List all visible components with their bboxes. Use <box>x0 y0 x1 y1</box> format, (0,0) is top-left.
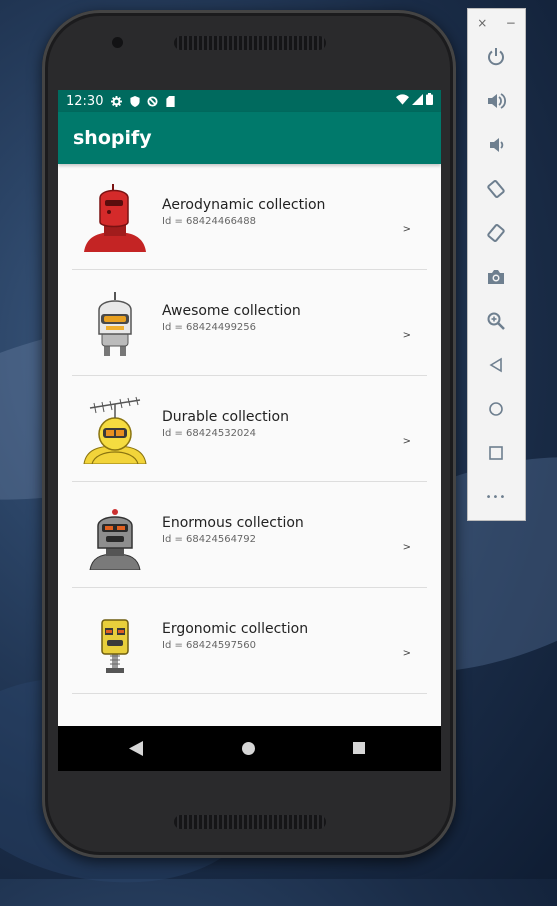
top-speaker <box>174 36 326 50</box>
collection-image <box>80 500 150 571</box>
chevron-right-icon: > <box>402 648 411 659</box>
collection-list: Aerodynamic collection Id = 68424466488 … <box>58 164 441 694</box>
bottom-speaker <box>174 815 326 829</box>
rotate-left-icon[interactable] <box>482 175 510 203</box>
home-icon[interactable] <box>242 742 255 755</box>
collection-image <box>80 394 150 465</box>
sd-card-icon <box>165 95 176 107</box>
overview-icon[interactable] <box>353 742 365 754</box>
volume-down-icon[interactable] <box>482 131 510 159</box>
chevron-right-icon: > <box>402 224 411 235</box>
camera-icon[interactable] <box>482 263 510 291</box>
collection-id: Id = 68424564792 <box>162 534 257 545</box>
home-icon[interactable] <box>482 395 510 423</box>
emulator-toolbar: × − ••• <box>467 8 526 521</box>
collection-id: Id = 68424597560 <box>162 640 257 651</box>
status-bar: 12:30 <box>58 90 441 112</box>
power-icon[interactable] <box>482 43 510 71</box>
chevron-right-icon: > <box>402 330 411 341</box>
phone-frame: 12:30 shopify Aerodynamic collection Id … <box>42 10 456 858</box>
collection-id: Id = 68424499256 <box>162 322 257 333</box>
chevron-right-icon: > <box>402 542 411 553</box>
back-icon[interactable] <box>129 741 143 760</box>
data-saver-icon <box>147 95 159 107</box>
collection-id: Id = 68424532024 <box>162 428 257 439</box>
collection-title: Aerodynamic collection <box>162 197 326 213</box>
collection-image <box>80 606 150 676</box>
collection-row[interactable]: Enormous collection Id = 68424564792 > <box>72 482 427 588</box>
navigation-bar <box>58 726 441 771</box>
battery-icon <box>426 93 433 109</box>
collection-image <box>80 182 150 252</box>
back-icon[interactable] <box>482 351 510 379</box>
settings-icon <box>111 95 123 107</box>
collection-row[interactable]: Awesome collection Id = 68424499256 > <box>72 270 427 376</box>
chevron-right-icon: > <box>402 436 411 447</box>
close-icon[interactable]: × <box>477 16 487 30</box>
collection-row[interactable]: Durable collection Id = 68424532024 > <box>72 376 427 482</box>
shield-icon <box>129 95 140 107</box>
collection-row[interactable]: Aerodynamic collection Id = 68424466488 … <box>72 164 427 270</box>
app-bar: shopify <box>58 112 441 164</box>
overview-icon[interactable] <box>482 439 510 467</box>
front-camera <box>112 37 123 48</box>
status-time: 12:30 <box>66 93 104 109</box>
collection-title: Awesome collection <box>162 303 301 319</box>
more-label: ••• <box>485 491 507 503</box>
collection-title: Ergonomic collection <box>162 621 309 637</box>
rotate-right-icon[interactable] <box>482 219 510 247</box>
volume-up-icon[interactable] <box>482 87 510 115</box>
signal-icon <box>412 93 423 109</box>
zoom-icon[interactable] <box>482 307 510 335</box>
device-screen: 12:30 shopify Aerodynamic collection Id … <box>58 90 441 771</box>
collection-image <box>80 288 150 358</box>
more-icon[interactable]: ••• <box>482 483 510 511</box>
wifi-icon <box>396 93 409 109</box>
collection-title: Enormous collection <box>162 515 304 531</box>
collection-id: Id = 68424466488 <box>162 216 257 227</box>
minimize-icon[interactable]: − <box>506 16 516 30</box>
collection-row[interactable]: Ergonomic collection Id = 68424597560 > <box>72 588 427 694</box>
collection-title: Durable collection <box>162 409 289 425</box>
app-title: shopify <box>73 127 152 149</box>
